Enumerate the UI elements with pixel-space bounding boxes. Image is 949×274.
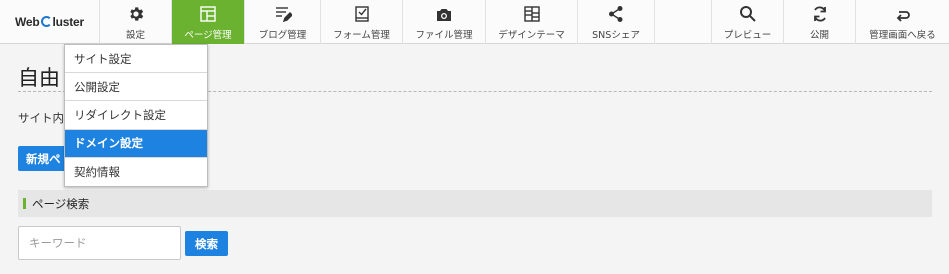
toolbar-blog-management[interactable]: ブログ管理 <box>245 0 321 44</box>
toolbar-sns-share[interactable]: SNSシェア <box>578 0 655 44</box>
new-page-button[interactable]: 新規ペ <box>18 146 69 171</box>
toolbar-label: フォーム管理 <box>333 29 390 41</box>
settings-dropdown-menu: サイト設定 公開設定 リダイレクト設定 ドメイン設定 契約情報 <box>64 44 208 187</box>
toolbar-file-management[interactable]: ファイル管理 <box>403 0 486 44</box>
return-arrow-icon <box>895 4 911 23</box>
toolbar-label: 管理画面へ戻る <box>869 29 936 41</box>
toolbar-label: プレビュー <box>723 29 772 41</box>
search-button[interactable]: 検索 <box>185 231 228 256</box>
page-search-header: ページ検索 <box>18 190 932 217</box>
toolbar-back-to-admin[interactable]: 管理画面へ戻る <box>856 0 949 44</box>
menu-item-contract-info[interactable]: 契約情報 <box>65 158 207 186</box>
menu-item-site-settings[interactable]: サイト設定 <box>65 45 207 74</box>
gear-icon <box>127 4 145 23</box>
toolbar-page-management[interactable]: ページ管理 <box>172 0 245 44</box>
toolbar-publish[interactable]: 公開 <box>784 0 856 44</box>
camera-icon <box>435 4 453 23</box>
form-check-icon <box>353 4 371 23</box>
toolbar-settings[interactable]: 設定 <box>100 0 172 44</box>
toolbar-label: ページ管理 <box>184 29 232 41</box>
toolbar-label: ファイル管理 <box>415 29 473 41</box>
section-marker <box>23 198 26 209</box>
menu-item-redirect-settings[interactable]: リダイレクト設定 <box>65 101 207 130</box>
webcluster-logo[interactable]: Web luster <box>0 0 100 44</box>
page-title: 自由 <box>18 66 60 90</box>
logo-text: Web luster <box>15 15 84 29</box>
keyword-input[interactable] <box>18 226 181 260</box>
logo-c-mark <box>40 16 52 27</box>
share-icon <box>607 4 625 23</box>
toolbar-label: 設定 <box>125 29 145 41</box>
menu-item-domain-settings[interactable]: ドメイン設定 <box>65 129 207 158</box>
toolbar-label: 公開 <box>809 29 829 41</box>
top-toolbar: Webluster 設定 ページ管理 ブログ管理 フォーム管理 ファイル管理 <box>0 0 949 44</box>
intro-text: サイト内 <box>18 111 64 125</box>
toolbar-design-theme[interactable]: デザインテーマ <box>486 0 578 44</box>
toolbar-label: デザインテーマ <box>498 29 565 41</box>
toolbar-label: ブログ管理 <box>258 29 307 41</box>
page-layout-icon <box>199 4 217 23</box>
design-layout-icon <box>523 4 541 23</box>
toolbar-form-management[interactable]: フォーム管理 <box>321 0 403 44</box>
blog-edit-icon <box>274 4 292 23</box>
toolbar-preview[interactable]: プレビュー <box>711 0 784 44</box>
menu-item-publish-settings[interactable]: 公開設定 <box>65 73 207 102</box>
page-search-title: ページ検索 <box>32 196 90 211</box>
toolbar-label: SNSシェア <box>592 29 640 41</box>
search-icon <box>739 4 757 23</box>
refresh-icon <box>811 4 829 23</box>
